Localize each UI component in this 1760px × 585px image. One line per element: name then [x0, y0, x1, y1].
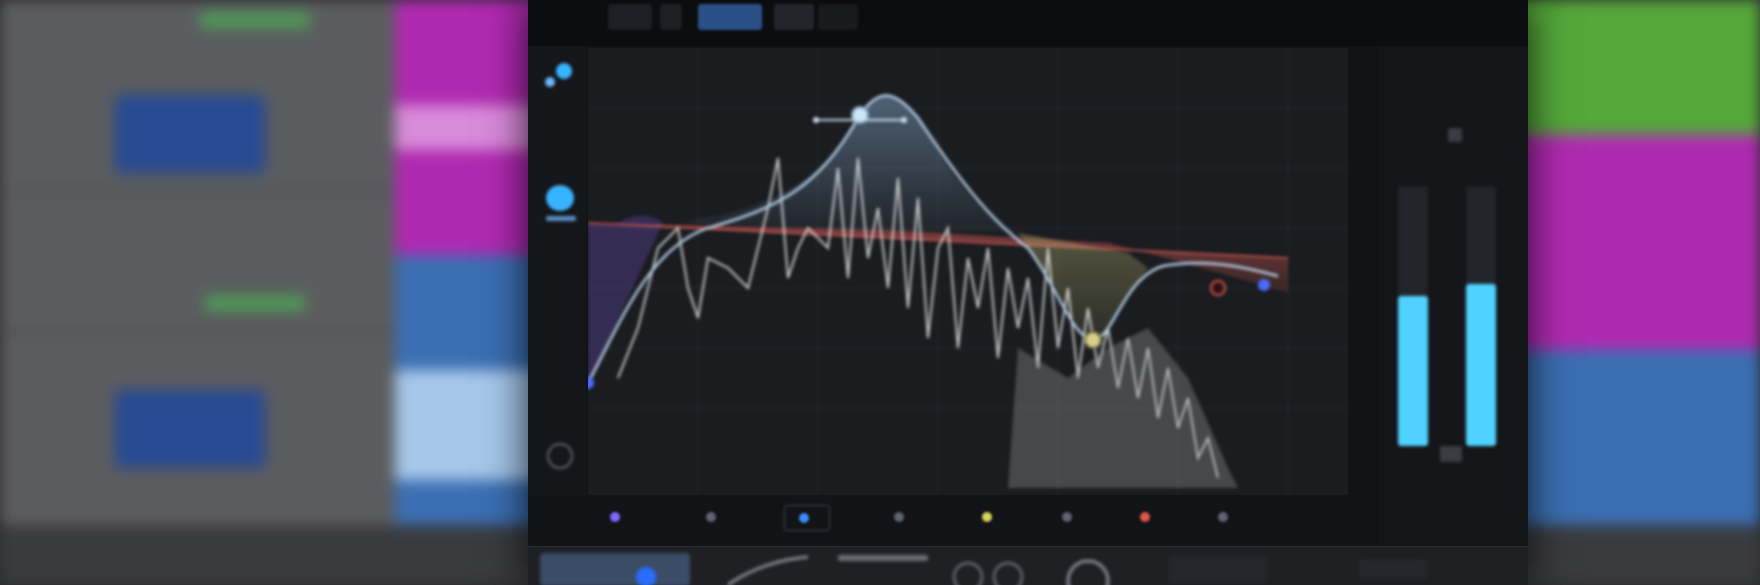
- band-button-1[interactable]: [610, 505, 626, 529]
- node-width-handle-right[interactable]: [901, 117, 907, 123]
- track-header-panel: [0, 0, 395, 585]
- lower-control-panel: [528, 546, 1528, 585]
- output-meters: [1378, 46, 1528, 546]
- band-dot: [610, 512, 620, 522]
- band-button-2[interactable]: [706, 505, 722, 529]
- dynamic-section[interactable]: [1168, 555, 1268, 583]
- track-level-meter: [200, 12, 310, 28]
- eq-node-lowcut[interactable]: [582, 377, 594, 389]
- link-icon[interactable]: [556, 63, 572, 79]
- output-settings[interactable]: [1358, 559, 1428, 579]
- q-knob[interactable]: [1066, 559, 1110, 585]
- band-dot: [1062, 512, 1072, 522]
- eq-plugin-window: [528, 0, 1528, 585]
- track-level-meter: [205, 295, 305, 311]
- eq-node-dip[interactable]: [1084, 331, 1102, 349]
- meter-level-right: [1466, 284, 1496, 446]
- band-button-6[interactable]: [1062, 505, 1078, 529]
- peak-band-fill: [678, 95, 1018, 233]
- band-dot: [1140, 512, 1150, 522]
- parameter-label: [838, 555, 928, 561]
- screen: [0, 0, 1760, 585]
- node-width-handle-left[interactable]: [813, 117, 819, 123]
- plugin-tab[interactable]: [660, 4, 682, 30]
- active-mode-toggle[interactable]: [546, 185, 574, 211]
- band-dot: [894, 512, 904, 522]
- plugin-tab[interactable]: [818, 4, 858, 30]
- curve-shape-icon[interactable]: [727, 555, 809, 585]
- band-dot: [706, 512, 716, 522]
- meter-canvas: [1398, 128, 1496, 462]
- power-icon[interactable]: [547, 443, 573, 469]
- track-button[interactable]: [115, 95, 265, 173]
- track-header-row: [0, 190, 395, 332]
- band-selector-bar: [588, 495, 1348, 541]
- band-type-selector[interactable]: [540, 553, 690, 585]
- left-toolstrip: [528, 46, 586, 496]
- band-dot: [982, 512, 992, 522]
- plugin-tab[interactable]: [608, 4, 652, 30]
- eq-graph-canvas[interactable]: [582, 48, 1348, 498]
- band-button-3[interactable]: [784, 505, 830, 531]
- link-icon-secondary: [545, 77, 555, 87]
- band-button-7[interactable]: [1140, 505, 1156, 529]
- eq-graph[interactable]: [582, 48, 1348, 498]
- eq-node-highshelf[interactable]: [1210, 280, 1226, 296]
- frequency-knob[interactable]: [953, 562, 983, 585]
- band-dot: [1218, 512, 1228, 522]
- plugin-tab[interactable]: [774, 4, 814, 30]
- meter-level-left: [1398, 296, 1428, 446]
- band-dot: [799, 513, 809, 523]
- meter-link-icon[interactable]: [1448, 128, 1462, 142]
- gain-knob[interactable]: [993, 562, 1023, 585]
- mode-label: [546, 216, 576, 221]
- band-button-8[interactable]: [1218, 505, 1234, 529]
- plugin-header: [528, 0, 1528, 120]
- lower-controls: [540, 553, 1428, 585]
- band-button-4[interactable]: [894, 505, 910, 529]
- eq-node-end[interactable]: [1258, 279, 1270, 291]
- track-button[interactable]: [115, 390, 265, 468]
- left-toolstrip-icons: [545, 63, 576, 469]
- band-button-5[interactable]: [982, 505, 998, 529]
- plugin-tab-active[interactable]: [698, 4, 762, 30]
- meter-gain-readout[interactable]: [1440, 446, 1462, 462]
